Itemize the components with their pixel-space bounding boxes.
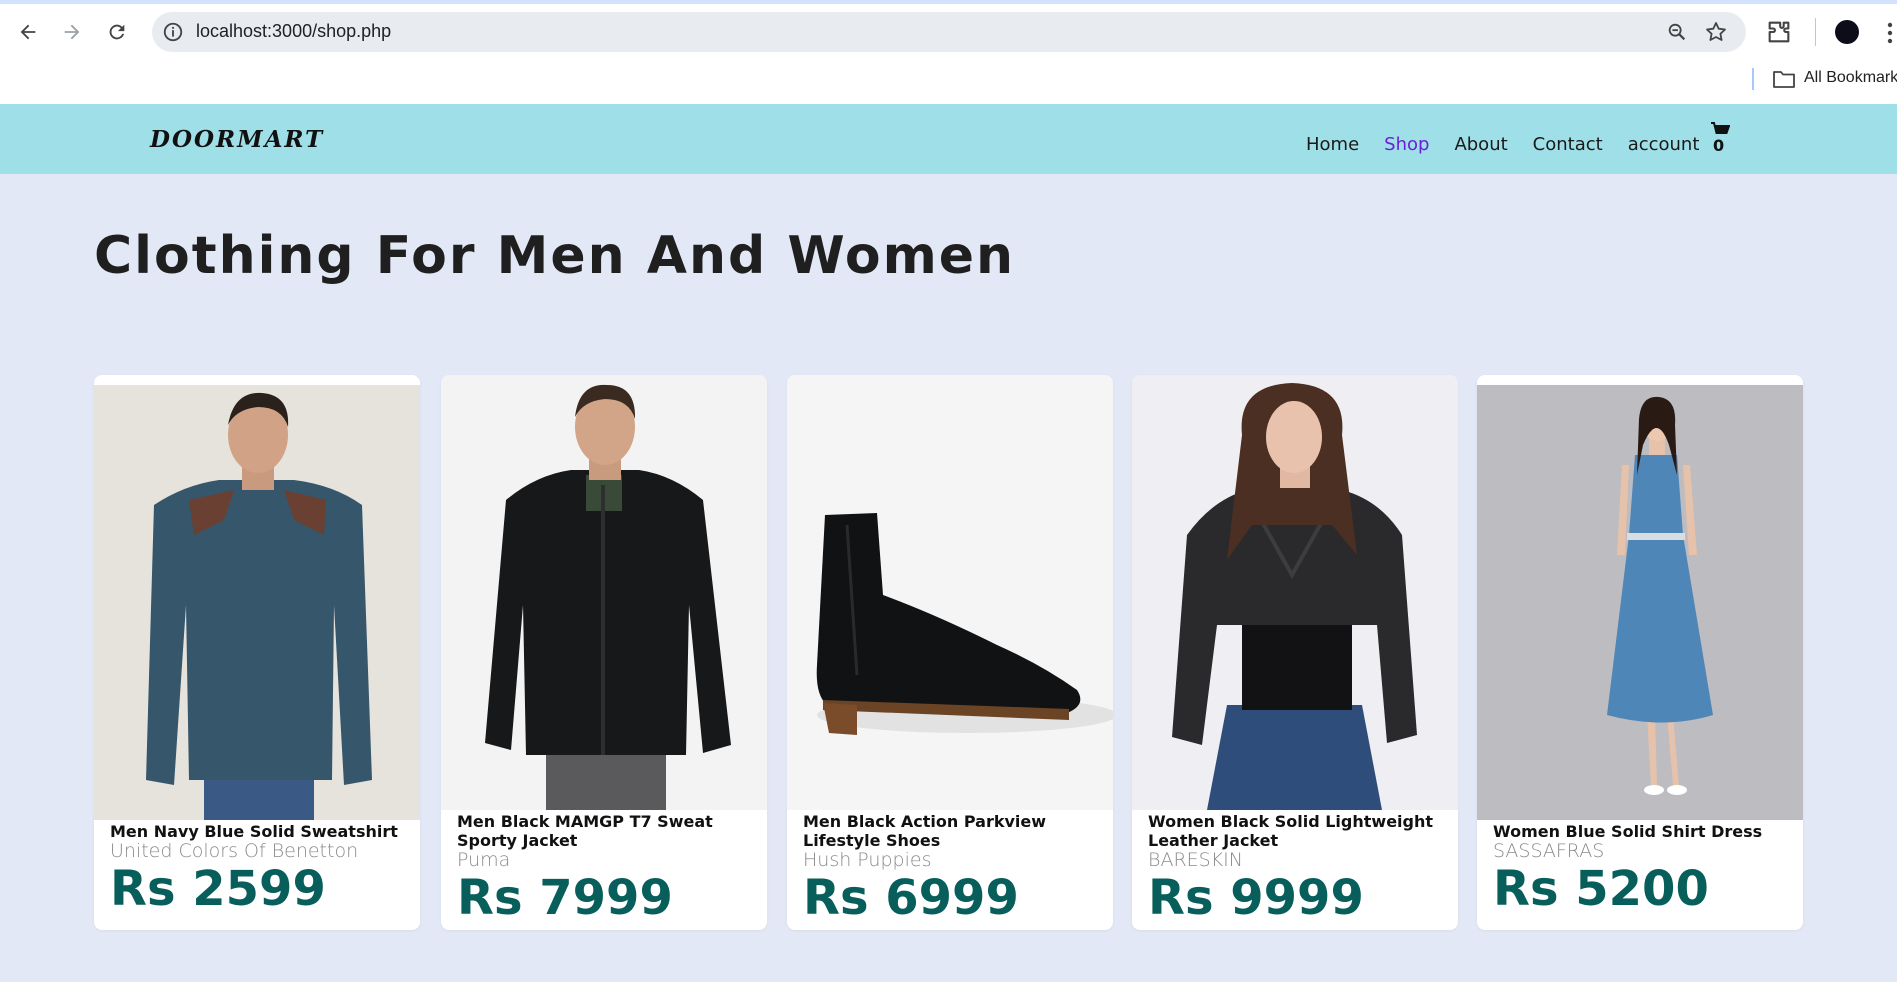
product-info: Men Black MAMGP T7 Sweat Sporty Jacket P… xyxy=(457,812,757,925)
arrow-left-icon xyxy=(20,24,36,40)
bookmarks-divider xyxy=(1752,68,1754,90)
product-info: Women Blue Solid Shirt Dress SASSAFRAS R… xyxy=(1493,822,1793,916)
product-brand: SASSAFRAS xyxy=(1493,841,1605,862)
page-title: Clothing For Men And Women xyxy=(94,226,1016,286)
leather-jacket-model-image xyxy=(1132,375,1458,810)
product-card[interactable]: Women Blue Solid Shirt Dress SASSAFRAS R… xyxy=(1477,375,1803,930)
shirt-dress-model-image xyxy=(1477,385,1803,820)
product-price: Rs 5200 xyxy=(1493,861,1709,917)
tab-strip xyxy=(0,0,1897,4)
product-name[interactable]: Women Black Solid Lightweight Leather Ja… xyxy=(1148,812,1448,850)
reload-icon xyxy=(109,24,125,40)
site-header: DOORMART Home Shop About Contact account… xyxy=(0,104,1897,174)
product-image[interactable] xyxy=(1132,375,1458,810)
main-nav: Home Shop About Contact account xyxy=(1306,134,1699,155)
forward-button[interactable] xyxy=(54,14,90,50)
url-text[interactable]: localhost:3000/shop.php xyxy=(196,21,391,42)
back-button[interactable] xyxy=(10,14,46,50)
product-brand: Puma xyxy=(457,850,511,871)
product-price: Rs 6999 xyxy=(803,870,1019,926)
reload-button[interactable] xyxy=(99,14,135,50)
product-name[interactable]: Men Black MAMGP T7 Sweat Sporty Jacket xyxy=(457,812,757,850)
nav-account[interactable]: account xyxy=(1628,134,1700,155)
product-info: Men Black Action Parkview Lifestyle Shoe… xyxy=(803,812,1103,925)
toolbar-divider xyxy=(1815,18,1816,46)
arrow-right-icon xyxy=(64,24,80,40)
product-price: Rs 2599 xyxy=(110,861,326,917)
zoom-icon[interactable] xyxy=(1666,21,1688,43)
sweatshirt-model-image xyxy=(94,385,420,820)
menu-kebab-icon[interactable] xyxy=(1883,20,1897,46)
product-info: Men Navy Blue Solid Sweatshirt United Co… xyxy=(110,822,410,916)
product-name[interactable]: Men Navy Blue Solid Sweatshirt xyxy=(110,822,410,841)
cart-button[interactable]: 0 xyxy=(1710,122,1732,156)
jacket-model-image xyxy=(441,375,767,810)
product-price: Rs 7999 xyxy=(457,870,673,926)
profile-avatar[interactable] xyxy=(1835,20,1859,44)
product-price: Rs 9999 xyxy=(1148,870,1364,926)
address-bar[interactable]: localhost:3000/shop.php xyxy=(152,12,1746,52)
product-card[interactable]: Men Black Action Parkview Lifestyle Shoe… xyxy=(787,375,1113,930)
product-card[interactable]: Men Black MAMGP T7 Sweat Sporty Jacket P… xyxy=(441,375,767,930)
product-brand: United Colors Of Benetton xyxy=(110,841,359,862)
browser-toolbar: localhost:3000/shop.php xyxy=(0,0,1897,66)
product-card[interactable]: Men Navy Blue Solid Sweatshirt United Co… xyxy=(94,375,420,930)
product-card[interactable]: Women Black Solid Lightweight Leather Ja… xyxy=(1132,375,1458,930)
boot-image xyxy=(787,375,1113,810)
site-info-icon[interactable] xyxy=(162,21,184,43)
bookmarks-bar xyxy=(0,66,1897,104)
product-image[interactable] xyxy=(787,375,1113,810)
site-logo[interactable]: DOORMART xyxy=(150,126,324,153)
nav-shop[interactable]: Shop xyxy=(1384,134,1429,155)
product-name[interactable]: Men Black Action Parkview Lifestyle Shoe… xyxy=(803,812,1103,850)
cart-count: 0 xyxy=(1713,136,1725,155)
product-image[interactable] xyxy=(441,375,767,810)
nav-about[interactable]: About xyxy=(1454,134,1507,155)
product-info: Women Black Solid Lightweight Leather Ja… xyxy=(1148,812,1448,925)
nav-home[interactable]: Home xyxy=(1306,134,1359,155)
product-image[interactable] xyxy=(1477,385,1803,820)
product-name[interactable]: Women Blue Solid Shirt Dress xyxy=(1493,822,1793,841)
extensions-icon[interactable] xyxy=(1765,18,1793,46)
folder-icon[interactable] xyxy=(1772,68,1796,90)
bookmark-star-icon[interactable] xyxy=(1704,20,1728,44)
nav-contact[interactable]: Contact xyxy=(1533,134,1603,155)
all-bookmarks-link[interactable]: All Bookmarks xyxy=(1804,69,1897,87)
product-brand: Hush Puppies xyxy=(803,850,932,871)
product-brand: BARESKIN xyxy=(1148,850,1243,871)
product-image[interactable] xyxy=(94,385,420,820)
